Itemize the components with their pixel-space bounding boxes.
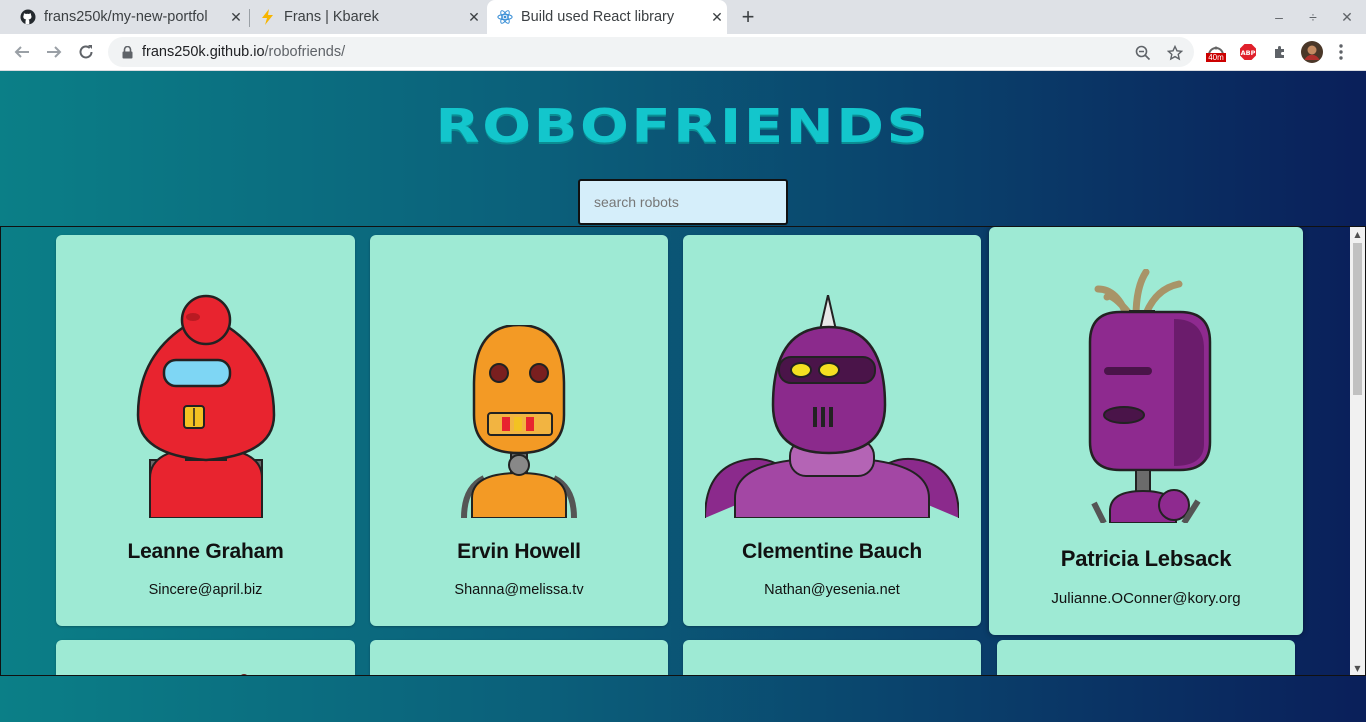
robot-name: Clementine Bauch xyxy=(741,540,922,563)
svg-text:ABP: ABP xyxy=(1241,49,1256,57)
robot-card[interactable]: Leanne Graham Sincere@april.biz xyxy=(56,235,355,626)
back-button[interactable] xyxy=(9,39,35,65)
robofriends-page: ROBOFRIENDS Leanne Graham xyxy=(0,71,1366,722)
close-icon[interactable]: ✕ xyxy=(707,7,727,27)
lightning-icon xyxy=(260,9,276,25)
bookmark-star-icon[interactable] xyxy=(1166,44,1184,62)
tab-divider xyxy=(249,9,250,27)
arrow-right-icon xyxy=(47,46,62,58)
robot-card[interactable] xyxy=(683,640,981,675)
vertical-scrollbar[interactable]: ▲ ▼ xyxy=(1350,227,1365,675)
extensions-puzzle-icon[interactable] xyxy=(1270,42,1290,62)
page-title: ROBOFRIENDS xyxy=(0,99,1366,153)
react-icon xyxy=(497,9,513,25)
tab-react-library[interactable]: Build used React library ✕ xyxy=(487,0,727,34)
restore-icon[interactable]: ÷ xyxy=(1302,6,1324,28)
robot-name: Patricia Lebsack xyxy=(1060,546,1232,571)
tab-github[interactable]: frans250k/my-new-portfol ✕ xyxy=(10,0,246,34)
adblock-icon[interactable]: ABP xyxy=(1238,42,1258,62)
forward-button[interactable] xyxy=(41,39,67,65)
address-bar[interactable]: frans250k.github.io/robofriends/ xyxy=(108,37,1194,67)
robot-name: Ervin Howell xyxy=(457,540,581,563)
minimize-icon[interactable]: – xyxy=(1268,6,1290,28)
robot-card[interactable]: Ervin Howell Shanna@melissa.tv xyxy=(370,235,668,626)
robot-card[interactable]: Clementine Bauch Nathan@yesenia.net xyxy=(683,235,981,626)
robot-email: Sincere@april.biz xyxy=(148,582,263,598)
reload-icon xyxy=(79,45,93,59)
timer-extension-icon[interactable]: 40m xyxy=(1204,42,1228,62)
robot-email: Julianne.OConner@kory.org xyxy=(1051,590,1241,607)
robot-card[interactable]: Patricia Lebsack Julianne.OConner@kory.o… xyxy=(989,227,1303,635)
scroll-down-icon[interactable]: ▼ xyxy=(1350,661,1365,675)
tab-title: Frans | Kbarek xyxy=(284,9,379,25)
robot-card[interactable] xyxy=(997,640,1295,675)
robot-name: Leanne Graham xyxy=(127,540,284,563)
github-icon xyxy=(20,9,36,25)
robot-avatar-image xyxy=(56,290,355,520)
avatar[interactable] xyxy=(1300,41,1324,63)
scrollbar-thumb[interactable] xyxy=(1353,243,1362,395)
browser-toolbar: frans250k.github.io/robofriends/ 40m ABP xyxy=(0,34,1366,71)
extension-badge: 40m xyxy=(1206,52,1226,62)
robot-list-scroll[interactable]: Leanne Graham Sincere@april.biz Ervin Ho… xyxy=(0,226,1366,676)
reload-button[interactable] xyxy=(73,39,99,65)
search-input[interactable] xyxy=(578,179,788,225)
robot-card[interactable] xyxy=(56,640,355,675)
logo-text: ROBOFRIENDS xyxy=(435,99,931,153)
tab-strip: frans250k/my-new-portfol ✕ Frans | Kbare… xyxy=(0,0,1366,34)
robot-email: Nathan@yesenia.net xyxy=(764,582,900,598)
zoom-out-icon[interactable] xyxy=(1134,44,1152,62)
close-icon[interactable]: ✕ xyxy=(464,7,484,27)
robot-avatar-image xyxy=(370,325,668,520)
tab-kbarek[interactable]: Frans | Kbarek ✕ xyxy=(252,0,484,34)
robot-email: Shanna@melissa.tv xyxy=(454,582,584,598)
menu-kebab-icon[interactable] xyxy=(1334,42,1348,62)
new-tab-button[interactable]: + xyxy=(736,4,760,29)
robot-avatar-image xyxy=(239,674,249,675)
tab-title: Build used React library xyxy=(521,9,675,25)
url-path: /robofriends/ xyxy=(264,44,346,60)
close-window-icon[interactable]: ✕ xyxy=(1336,6,1358,28)
url-text: frans250k.github.io/robofriends/ xyxy=(142,44,345,60)
robot-avatar-image xyxy=(683,295,981,520)
scroll-up-icon[interactable]: ▲ xyxy=(1350,227,1365,241)
lock-icon[interactable] xyxy=(120,45,134,59)
close-icon[interactable]: ✕ xyxy=(226,7,246,27)
tab-title: frans250k/my-new-portfol xyxy=(44,9,208,25)
url-domain: frans250k.github.io xyxy=(142,44,265,60)
arrow-left-icon xyxy=(14,46,29,58)
robot-card[interactable] xyxy=(370,640,668,675)
robot-avatar-image xyxy=(989,269,1303,525)
